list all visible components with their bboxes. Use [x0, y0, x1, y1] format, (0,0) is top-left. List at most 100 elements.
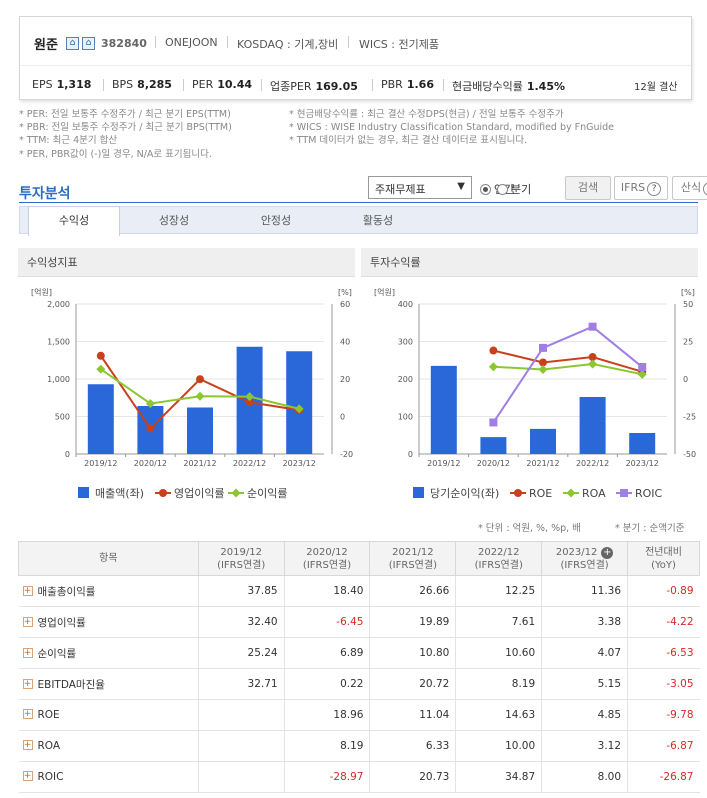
series-point: [539, 343, 547, 352]
radio-quarter-wrap[interactable]: 분기: [497, 181, 531, 197]
y-right-tick-label: 60: [340, 300, 350, 309]
yoy-cell: -6.53: [627, 637, 700, 669]
formula-label: 산식: [680, 181, 702, 194]
search-button[interactable]: 검색: [565, 176, 611, 200]
row-label-cell[interactable]: + ROE: [18, 699, 199, 731]
y-left-tick-label: 1,500: [47, 338, 70, 347]
tab-activity[interactable]: 활동성: [332, 207, 424, 235]
expand-plus-icon[interactable]: +: [22, 678, 33, 689]
value-cell: 12.25: [455, 575, 542, 607]
table-row: + EBITDA마진율 32.71 0.22 20.72 8.19 5.15 -3.05: [18, 668, 700, 700]
value-cell: 11.04: [369, 699, 456, 731]
note-line: * PER: 전일 보통주 수정주가 / 최근 분기 EPS(TTM): [19, 109, 231, 120]
y-right-axis-label: [%]: [681, 288, 695, 297]
y-left-tick-label: 400: [398, 300, 413, 309]
y-right-tick-label: 0: [683, 375, 688, 384]
expand-plus-icon[interactable]: +: [22, 771, 33, 781]
chevron-down-icon: ▼: [457, 181, 465, 192]
yoy-cell: -9.78: [627, 699, 700, 731]
series-point: [488, 362, 498, 372]
note-line: * TTM 데이터가 없는 경우, 최근 결산 데이터로 표시됩니다.: [289, 135, 528, 147]
legend-marker: [514, 489, 522, 497]
row-label: 영업이익률: [37, 616, 86, 629]
tab-profitability[interactable]: 수익성: [28, 206, 120, 236]
statement-select[interactable]: 주재무제표 ▼: [368, 176, 472, 199]
kpi-eps: EPS 1,318: [32, 78, 92, 91]
expand-plus-icon[interactable]: +: [22, 585, 33, 596]
row-label: ROE: [37, 709, 60, 721]
row-label-cell[interactable]: + 순이익률: [18, 637, 199, 669]
header-item: 항목: [18, 541, 199, 576]
row-label-cell[interactable]: + 매출총이익률: [18, 575, 199, 607]
row-label: 매출총이익률: [37, 585, 96, 598]
value-cell: 8.00: [541, 761, 628, 793]
note-line: * PER, PBR값이 (-)일 경우, N/A로 표기됩니다.: [19, 148, 212, 160]
legend-marker: [620, 489, 628, 497]
tab-growth[interactable]: 성장성: [128, 207, 220, 235]
header-sub: (IFRS연결): [217, 559, 266, 571]
header-year: 2023/12 +: [542, 546, 627, 559]
yoy-cell: -6.87: [627, 730, 700, 762]
value-cell: [197, 730, 285, 762]
expand-plus-icon[interactable]: +: [22, 647, 33, 658]
value-cell: 0.22: [283, 668, 370, 700]
series-point: [538, 365, 548, 375]
legend-label: ROA: [582, 487, 606, 500]
header-col: 2022/12 (IFRS연결): [455, 541, 543, 576]
table-row: + 매출총이익률 37.85 18.40 26.66 12.25 11.36 -0.89: [18, 575, 700, 607]
value-cell: -28.97: [283, 761, 370, 793]
bar: [579, 397, 606, 454]
header-col: 2019/12 (IFRS연결): [197, 541, 285, 576]
profitability-chart: 2,000 60 1,500 40 1,000 20 500 0 0 -20 [억원] [%] 2019…: [31, 287, 353, 500]
value-cell: 5.15: [541, 668, 628, 700]
expand-plus-icon[interactable]: +: [601, 546, 614, 559]
home-icon[interactable]: ⌂: [66, 37, 79, 50]
formula-help-button[interactable]: 산식?: [672, 176, 707, 200]
bar: [480, 437, 507, 454]
series-point: [588, 359, 598, 369]
row-label-cell[interactable]: + EBITDA마진율: [18, 668, 199, 700]
legend-marker: [159, 489, 167, 497]
bar: [530, 428, 556, 454]
legend-marker: [566, 488, 576, 498]
table-header-row: 항목 2019/12 (IFRS연결) 2020/12 (IFRS연결) 2021/…: [18, 541, 700, 576]
divider: [155, 36, 156, 48]
table-row: + ROA 8.19 6.33 10.00 3.12 -6.87: [18, 730, 700, 762]
value-cell: 10.80: [369, 637, 456, 669]
bar: [286, 351, 313, 454]
series-point: [96, 351, 105, 360]
ir-home-icon[interactable]: ⌂: [82, 37, 95, 50]
settlement-month: 12월 결산: [634, 82, 678, 93]
header-sub: (IFRS연결): [560, 559, 609, 571]
note-line: * 현금배당수익률 : 최근 결산 수정DPS(현금) / 전일 보통주 수정주…: [289, 109, 564, 120]
bar: [629, 433, 656, 454]
legend-swatch: [413, 487, 424, 498]
expand-plus-icon[interactable]: +: [22, 709, 33, 719]
y-left-tick-label: 0: [408, 450, 413, 459]
row-label-cell[interactable]: + ROIC: [18, 761, 199, 793]
x-tick-label: 2019/12: [427, 459, 460, 468]
value-cell: 25.24: [197, 637, 285, 669]
header-year: 2021/12: [392, 546, 434, 558]
yoy-cell: -4.22: [627, 606, 700, 638]
ifrs-help-button[interactable]: IFRS?: [614, 176, 668, 200]
value-cell: 3.38: [541, 606, 628, 638]
row-label-cell[interactable]: + 영업이익률: [18, 606, 199, 638]
expand-plus-icon[interactable]: +: [22, 616, 33, 627]
y-left-tick-label: 0: [65, 450, 70, 459]
header-sub: (IFRS연결): [388, 559, 437, 571]
header-col: 2020/12 (IFRS연결): [283, 541, 371, 576]
x-tick-label: 2020/12: [134, 459, 167, 468]
row-label-cell[interactable]: + ROA: [18, 730, 199, 762]
series-point: [638, 363, 647, 371]
expand-plus-icon[interactable]: +: [22, 740, 33, 750]
units-note: * 단위 : 억원, %, %p, 배: [478, 523, 581, 534]
divider: [261, 79, 262, 91]
kpi-dividend-yield: 현금배당수익률 1.45%: [452, 80, 566, 93]
table-row: + 순이익률 25.24 6.89 10.80 10.60 4.07 -6.53: [18, 637, 700, 669]
divider: [103, 79, 104, 91]
tab-stability[interactable]: 안정성: [230, 207, 322, 235]
row-label: 순이익률: [37, 647, 77, 660]
ifrs-label: IFRS: [620, 181, 646, 194]
question-icon: ?: [647, 182, 662, 196]
